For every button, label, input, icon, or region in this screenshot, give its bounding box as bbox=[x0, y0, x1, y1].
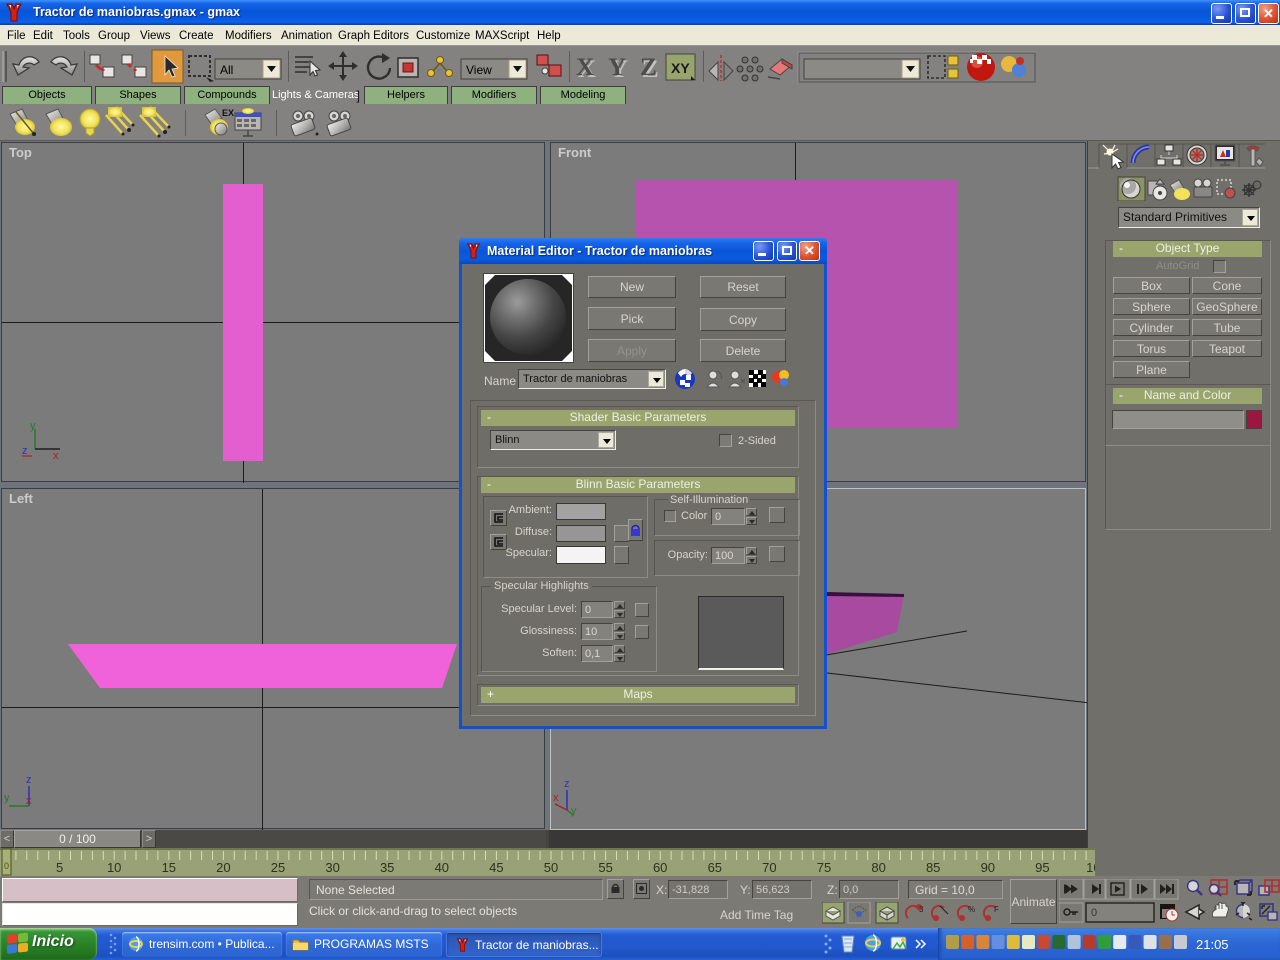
svg-text:y: y bbox=[4, 792, 10, 804]
svg-text:0: 0 bbox=[1091, 907, 1097, 919]
svg-text:x: x bbox=[553, 792, 559, 804]
svg-text:60: 60 bbox=[653, 860, 667, 875]
svg-text:z: z bbox=[26, 774, 32, 786]
svg-text:90: 90 bbox=[981, 860, 995, 875]
svg-text:x: x bbox=[53, 450, 59, 462]
svg-text:Z: Z bbox=[640, 54, 657, 81]
svg-text:30: 30 bbox=[325, 860, 339, 875]
svg-text:y: y bbox=[30, 421, 36, 432]
svg-text:95: 95 bbox=[1035, 860, 1049, 875]
svg-text:10: 10 bbox=[107, 860, 121, 875]
svg-text:F: F bbox=[994, 905, 999, 914]
svg-text:All: All bbox=[220, 63, 233, 77]
svg-text:65: 65 bbox=[708, 860, 722, 875]
svg-text:5: 5 bbox=[56, 860, 63, 875]
svg-text:0: 0 bbox=[4, 861, 9, 871]
svg-text:View: View bbox=[466, 63, 492, 77]
svg-text:3: 3 bbox=[919, 905, 924, 914]
svg-text:45: 45 bbox=[489, 860, 503, 875]
svg-text:35: 35 bbox=[380, 860, 394, 875]
svg-text:80: 80 bbox=[871, 860, 885, 875]
svg-text:20: 20 bbox=[216, 860, 230, 875]
svg-text:y: y bbox=[571, 805, 577, 817]
svg-text:15: 15 bbox=[162, 860, 176, 875]
svg-text:70: 70 bbox=[762, 860, 776, 875]
svg-text:z: z bbox=[22, 445, 28, 457]
svg-text:55: 55 bbox=[598, 860, 612, 875]
svg-text:75: 75 bbox=[817, 860, 831, 875]
svg-text:%: % bbox=[968, 905, 975, 914]
svg-text:XY: XY bbox=[671, 60, 690, 76]
svg-text:Y: Y bbox=[608, 54, 626, 81]
svg-text:85: 85 bbox=[926, 860, 940, 875]
svg-text:40: 40 bbox=[435, 860, 449, 875]
svg-text:x: x bbox=[26, 795, 32, 807]
svg-text:25: 25 bbox=[271, 860, 285, 875]
svg-text:100: 100 bbox=[1086, 860, 1095, 875]
svg-text:X: X bbox=[576, 54, 594, 81]
svg-text:EX: EX bbox=[222, 108, 234, 118]
svg-text:50: 50 bbox=[544, 860, 558, 875]
svg-text:z: z bbox=[564, 778, 570, 790]
